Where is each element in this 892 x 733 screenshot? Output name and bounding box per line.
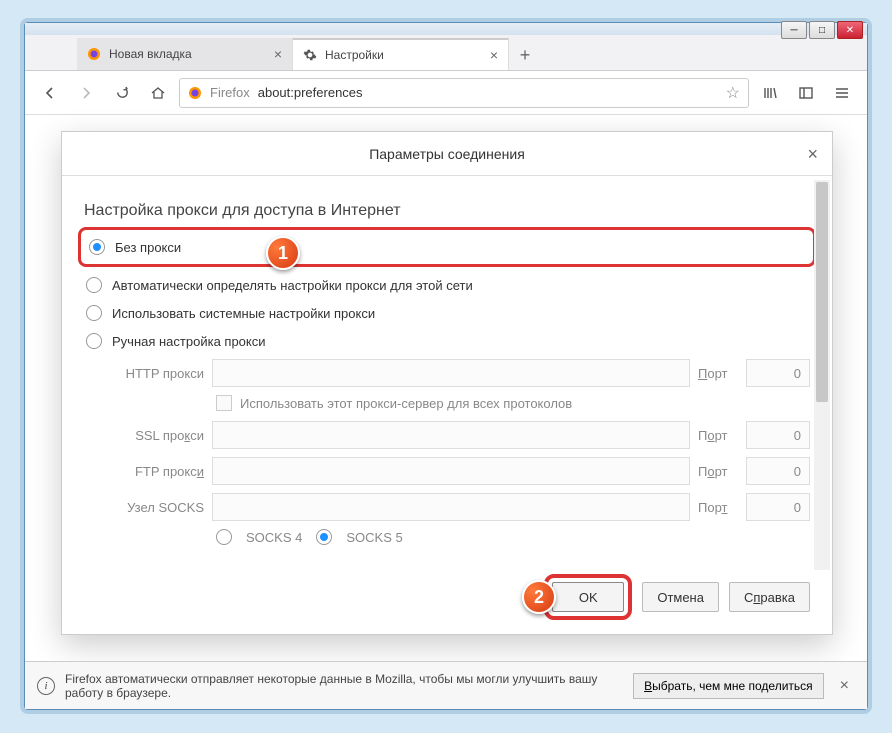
radio-icon bbox=[316, 529, 332, 545]
url-prefix: Firefox bbox=[210, 85, 250, 100]
port-label: Порт bbox=[698, 366, 738, 381]
home-button[interactable] bbox=[143, 78, 173, 108]
radio-system-proxy[interactable]: Использовать системные настройки прокси bbox=[84, 299, 810, 327]
ssl-proxy-input[interactable] bbox=[212, 421, 690, 449]
info-text: Firefox автоматически отправляет некотор… bbox=[65, 672, 623, 700]
radio-icon bbox=[216, 529, 232, 545]
socks-proxy-row: Узел SOCKS Порт bbox=[120, 493, 810, 521]
radio-auto-detect[interactable]: Автоматически определять настройки прокс… bbox=[84, 271, 810, 299]
firefox-icon bbox=[188, 86, 202, 100]
radio-label: Использовать системные настройки прокси bbox=[112, 306, 375, 321]
port-label: Порт bbox=[698, 428, 738, 443]
ok-button[interactable]: OK bbox=[552, 582, 624, 612]
reload-button[interactable] bbox=[107, 78, 137, 108]
bookmark-star-icon[interactable]: ☆ bbox=[726, 83, 740, 103]
http-proxy-label: HTTP прокси bbox=[120, 366, 204, 381]
info-choose-button[interactable]: Выбрать, чем мне поделиться bbox=[633, 673, 824, 699]
content-area: Параметры соединения × Настройка прокси … bbox=[25, 115, 867, 659]
tab-close-icon[interactable]: × bbox=[274, 46, 282, 62]
ftp-port-input[interactable] bbox=[746, 457, 810, 485]
tab-label: Настройки bbox=[325, 48, 384, 62]
new-tab-button[interactable]: + bbox=[509, 40, 541, 70]
port-label: Порт bbox=[698, 500, 738, 515]
info-icon: i bbox=[37, 677, 55, 695]
firefox-icon bbox=[87, 47, 101, 61]
radio-manual-proxy[interactable]: Ручная настройка прокси bbox=[84, 327, 810, 355]
highlight-ok: OK bbox=[544, 574, 632, 620]
menu-button[interactable] bbox=[827, 78, 857, 108]
ssl-proxy-row: SSL прокси Порт bbox=[120, 421, 810, 449]
radio-icon bbox=[86, 305, 102, 321]
dialog-title: Параметры соединения bbox=[369, 146, 525, 162]
gear-icon bbox=[303, 48, 317, 62]
socks-proxy-input[interactable] bbox=[212, 493, 690, 521]
ftp-proxy-label: FTP прокси bbox=[120, 464, 204, 479]
library-button[interactable] bbox=[755, 78, 785, 108]
help-button[interactable]: Справка bbox=[729, 582, 810, 612]
info-close-button[interactable]: × bbox=[834, 677, 855, 695]
socks5-label[interactable]: SOCKS 5 bbox=[346, 530, 402, 545]
connection-settings-dialog: Параметры соединения × Настройка прокси … bbox=[61, 131, 833, 635]
tab-close-icon[interactable]: × bbox=[490, 47, 498, 63]
socks-proxy-label: Узел SOCKS bbox=[120, 500, 204, 515]
tab-label: Новая вкладка bbox=[109, 47, 192, 61]
url-bar[interactable]: Firefox about:preferences ☆ bbox=[179, 78, 749, 108]
dialog-title-bar: Параметры соединения × bbox=[62, 132, 832, 176]
ssl-proxy-label: SSL прокси bbox=[120, 428, 204, 443]
port-label: Порт bbox=[698, 464, 738, 479]
socks4-label[interactable]: SOCKS 4 bbox=[246, 530, 302, 545]
sidebar-button[interactable] bbox=[791, 78, 821, 108]
checkbox-icon bbox=[216, 395, 232, 411]
dialog-body: Настройка прокси для доступа в Интернет … bbox=[62, 176, 832, 574]
http-proxy-input[interactable] bbox=[212, 359, 690, 387]
socks-port-input[interactable] bbox=[746, 493, 810, 521]
info-bar: i Firefox автоматически отправляет некот… bbox=[25, 661, 867, 709]
maximize-button[interactable]: □ bbox=[809, 21, 835, 39]
titlebar: ─ □ ✕ bbox=[25, 23, 867, 35]
socks-version-row: SOCKS 4 SOCKS 5 bbox=[216, 529, 810, 545]
dialog-scrollbar[interactable] bbox=[814, 180, 830, 570]
ftp-proxy-row: FTP прокси Порт bbox=[120, 457, 810, 485]
window-controls: ─ □ ✕ bbox=[781, 21, 863, 39]
callout-badge-2: 2 bbox=[522, 580, 556, 614]
manual-proxy-fields: HTTP прокси Порт Использовать этот прокс… bbox=[120, 359, 810, 545]
radio-label: Без прокси bbox=[115, 240, 181, 255]
radio-label: Автоматически определять настройки прокс… bbox=[112, 278, 473, 293]
http-proxy-row: HTTP прокси Порт bbox=[120, 359, 810, 387]
dialog-footer: OK Отмена Справка bbox=[62, 574, 832, 620]
forward-button[interactable] bbox=[71, 78, 101, 108]
http-port-input[interactable] bbox=[746, 359, 810, 387]
ssl-port-input[interactable] bbox=[746, 421, 810, 449]
ftp-proxy-input[interactable] bbox=[212, 457, 690, 485]
section-heading: Настройка прокси для доступа в Интернет bbox=[84, 202, 810, 220]
checkbox-label: Использовать этот прокси-сервер для всех… bbox=[240, 396, 572, 411]
dialog-close-button[interactable]: × bbox=[807, 144, 818, 165]
radio-icon bbox=[89, 239, 105, 255]
use-for-all-row[interactable]: Использовать этот прокси-сервер для всех… bbox=[216, 395, 810, 411]
navigation-toolbar: Firefox about:preferences ☆ bbox=[25, 71, 867, 115]
close-window-button[interactable]: ✕ bbox=[837, 21, 863, 39]
radio-no-proxy[interactable]: Без прокси bbox=[87, 233, 807, 261]
tab-settings[interactable]: Настройки × bbox=[293, 38, 509, 70]
back-button[interactable] bbox=[35, 78, 65, 108]
scrollbar-thumb[interactable] bbox=[816, 182, 828, 402]
url-text: about:preferences bbox=[258, 85, 363, 100]
radio-label: Ручная настройка прокси bbox=[112, 334, 266, 349]
tab-bar: Новая вкладка × Настройки × + bbox=[25, 35, 867, 71]
minimize-button[interactable]: ─ bbox=[781, 21, 807, 39]
browser-window: ─ □ ✕ Новая вкладка × Настройки × + F bbox=[24, 22, 868, 710]
tab-new-tab[interactable]: Новая вкладка × bbox=[77, 38, 293, 70]
radio-icon bbox=[86, 277, 102, 293]
radio-icon bbox=[86, 333, 102, 349]
callout-badge-1: 1 bbox=[266, 236, 300, 270]
highlight-no-proxy: Без прокси bbox=[78, 227, 816, 267]
cancel-button[interactable]: Отмена bbox=[642, 582, 719, 612]
